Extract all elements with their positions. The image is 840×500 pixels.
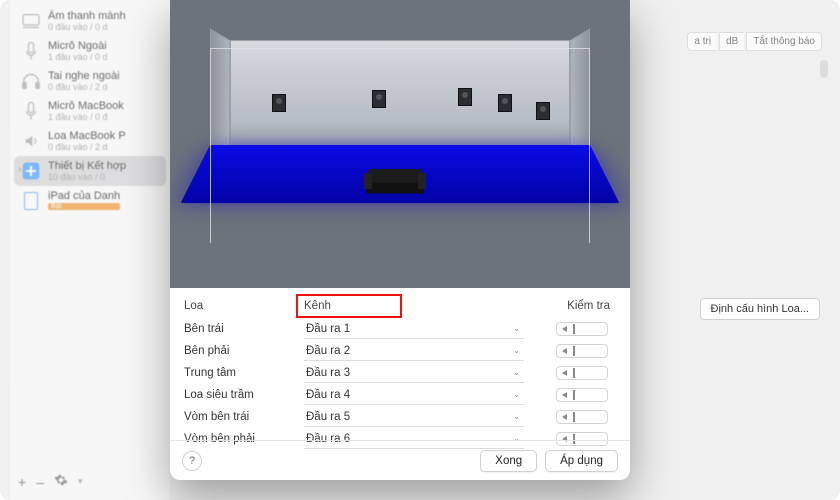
- mic-icon: [20, 40, 42, 62]
- sidebar: Âm thanh mành0 đầu vào / 0 dMicrô Ngoài1…: [10, 0, 170, 500]
- test-volume-slider[interactable]: [524, 344, 616, 358]
- add-device-button[interactable]: +: [18, 474, 26, 490]
- table-row: Loa siêu trầmĐầu ra 4⌄: [184, 384, 616, 406]
- test-volume-slider[interactable]: [524, 366, 616, 380]
- speaker-icon: [536, 102, 550, 120]
- segment-value[interactable]: a trị: [687, 32, 717, 51]
- channel-select[interactable]: Đầu ra 3⌄: [304, 363, 524, 383]
- segment-mute-notif[interactable]: Tắt thông báo: [746, 32, 822, 51]
- sidebar-item[interactable]: Tai nghe ngoài0 đầu vào / 2 d: [14, 66, 166, 96]
- mic-icon: [20, 100, 42, 122]
- chevron-down-icon: ⌄: [513, 390, 520, 399]
- help-button[interactable]: ?: [182, 451, 202, 471]
- sidebar-item[interactable]: Micrô Ngoài1 đầu vào / 0 d: [14, 36, 166, 66]
- sidebar-item[interactable]: Micrô MacBook1 đầu vào / 0 đ: [14, 96, 166, 126]
- sidebar-item[interactable]: iPad của DanhBật: [14, 186, 166, 216]
- speaker-icon: [458, 88, 472, 106]
- channel-table: Loa Kênh Kiểm tra Bên tráiĐầu ra 1⌄Bên p…: [170, 288, 630, 450]
- channel-select[interactable]: Đầu ra 1⌄: [304, 319, 524, 339]
- sidebar-item[interactable]: ›Thiết bị Kết hợp10 đầu vào / 0: [14, 156, 166, 186]
- channel-select[interactable]: Đầu ra 2⌄: [304, 341, 524, 361]
- segment-db[interactable]: dB: [719, 32, 744, 51]
- chevron-down-icon: ⌄: [513, 324, 520, 333]
- device-name: Tai nghe ngoài: [48, 70, 120, 82]
- device-name: Loa MacBook P: [48, 130, 126, 142]
- sidebar-item[interactable]: Loa MacBook P0 đầu vào / 2 d: [14, 126, 166, 156]
- room-3d-preview[interactable]: [170, 0, 630, 288]
- table-row: Bên phảiĐầu ra 2⌄: [184, 340, 616, 362]
- speaker-position-label: Bên phải: [184, 345, 304, 357]
- status-badge: Bật: [48, 203, 120, 210]
- speaker-position-label: Trung tâm: [184, 367, 304, 379]
- toolbar-segments: a trị dB Tắt thông báo: [687, 32, 822, 51]
- aggregate-icon: [20, 160, 42, 182]
- speaker-position-label: Loa siêu trầm: [184, 389, 304, 401]
- column-header-test[interactable]: Kiểm tra: [524, 300, 616, 312]
- speaker-icon: [372, 90, 386, 108]
- speaker-position-label: Bên trái: [184, 323, 304, 335]
- speaker-config-dialog: Loa Kênh Kiểm tra Bên tráiĐầu ra 1⌄Bên p…: [170, 0, 630, 480]
- speaker-position-label: Vòm bên trái: [184, 411, 304, 423]
- screenaudio-icon: [20, 10, 42, 32]
- configure-speakers-button[interactable]: Định cấu hình Loa...: [700, 298, 820, 320]
- device-sub: 0 đầu vào / 0 d: [48, 22, 126, 32]
- device-name: Thiết bị Kết hợp: [48, 160, 126, 172]
- device-sub: 10 đầu vào / 0: [48, 172, 126, 182]
- column-header-loa: Loa: [184, 300, 304, 312]
- device-sub: 1 đầu vào / 0 d: [48, 52, 108, 62]
- dialog-footer: ? Xong Áp dụng: [170, 440, 630, 480]
- apply-button[interactable]: Áp dụng: [545, 450, 618, 472]
- test-volume-slider[interactable]: [524, 322, 616, 336]
- table-row: Vòm bên tráiĐầu ra 5⌄: [184, 406, 616, 428]
- device-sub: 1 đầu vào / 0 đ: [48, 112, 124, 122]
- test-volume-slider[interactable]: [524, 410, 616, 424]
- gear-icon[interactable]: [54, 473, 68, 490]
- done-button[interactable]: Xong: [480, 450, 537, 472]
- table-row: Bên tráiĐầu ra 1⌄: [184, 318, 616, 340]
- headphones-icon: [20, 70, 42, 92]
- channel-select[interactable]: Đầu ra 5⌄: [304, 407, 524, 427]
- test-volume-slider[interactable]: [524, 388, 616, 402]
- sidebar-footer: + – ▾: [18, 473, 83, 490]
- listener-couch: [360, 155, 430, 195]
- device-sub: 0 đầu vào / 2 d: [48, 142, 126, 152]
- chevron-down-icon: ⌄: [513, 368, 520, 377]
- channel-select[interactable]: Đầu ra 4⌄: [304, 385, 524, 405]
- device-name: iPad của Danh: [48, 190, 120, 202]
- speaker-icon: [498, 94, 512, 112]
- table-row: Trung tâmĐầu ra 3⌄: [184, 362, 616, 384]
- column-header-kenh: Kênh: [304, 300, 524, 312]
- window: Âm thanh mành0 đầu vào / 0 dMicrô Ngoài1…: [0, 0, 840, 500]
- speaker-icon: [20, 130, 42, 152]
- sidebar-item[interactable]: Âm thanh mành0 đầu vào / 0 d: [14, 6, 166, 36]
- device-sub: 0 đầu vào / 2 d: [48, 82, 120, 92]
- device-name: Micrô Ngoài: [48, 40, 108, 52]
- chevron-down-icon: ⌄: [513, 412, 520, 421]
- remove-device-button[interactable]: –: [36, 474, 44, 490]
- device-name: Âm thanh mành: [48, 10, 126, 22]
- scrollbar[interactable]: [820, 60, 828, 78]
- speaker-icon: [272, 94, 286, 112]
- device-name: Micrô MacBook: [48, 100, 124, 112]
- ipad-icon: [20, 190, 42, 212]
- chevron-down-icon: ⌄: [513, 346, 520, 355]
